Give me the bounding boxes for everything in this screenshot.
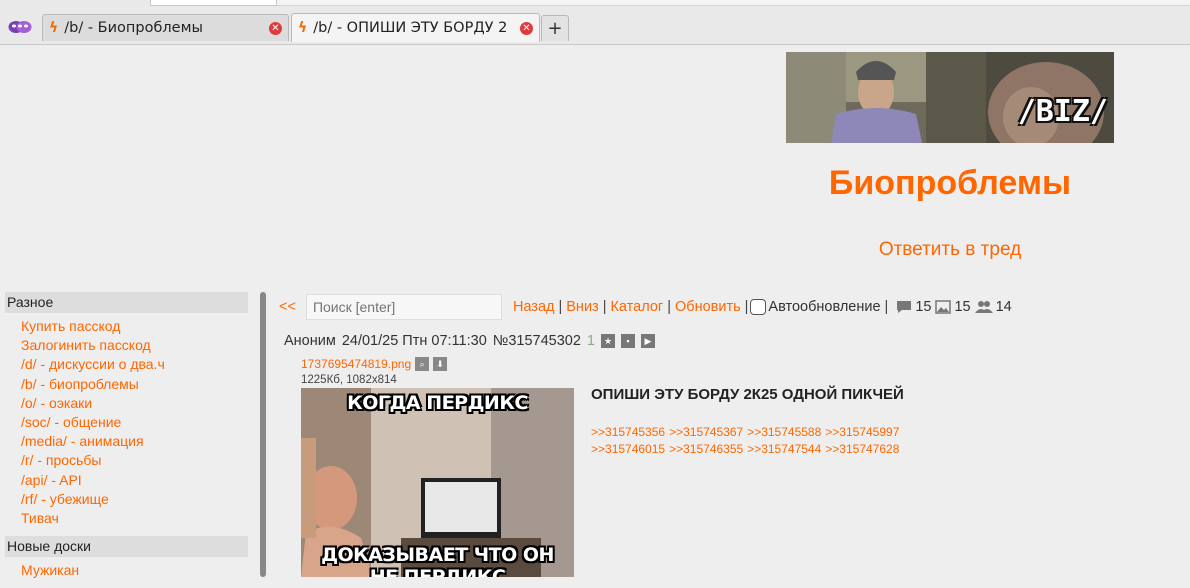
masks-icon[interactable] <box>8 17 32 37</box>
reply-link[interactable]: >>315746015 <box>591 442 665 456</box>
posters-count: 14 <box>995 299 1012 315</box>
sidebar-item-d[interactable]: /d/ - дискуссии о два.ч <box>21 355 250 374</box>
banner-label: /BIZ/ <box>1017 94 1108 129</box>
autoupdate-label: Автообновление <box>768 299 881 315</box>
reply-link[interactable]: >>315747628 <box>825 442 899 456</box>
nav-catalog-link[interactable]: Каталог <box>610 299 663 315</box>
back-arrows-link[interactable]: << <box>279 299 296 315</box>
tab-title: /b/ - Биопроблемы <box>64 20 203 36</box>
board-banner[interactable]: /BIZ/ <box>786 52 1114 143</box>
nav-down-link[interactable]: Вниз <box>566 299 598 315</box>
sidebar-item-login-passcode[interactable]: Залогинить пасскод <box>21 336 250 355</box>
reply-link[interactable]: >>315745367 <box>669 425 743 439</box>
close-tab-icon[interactable]: ✕ <box>269 21 282 35</box>
sidebar-item-o[interactable]: /o/ - оэкаки <box>21 394 250 413</box>
posters-stat: 14 <box>974 299 1012 315</box>
file-name[interactable]: 1737695474819.png <box>301 357 411 371</box>
reply-to-thread-link[interactable]: Ответить в тред <box>786 239 1114 261</box>
meme-bottom-text: ДОКАЗЫВАЕТ ЧТО ОН <box>321 544 554 566</box>
sidebar-item-r[interactable]: /r/ - просьбы <box>21 451 250 470</box>
sidebar: Разное Купить пасскод Залогинить пасскод… <box>0 292 250 588</box>
images-count: 15 <box>954 299 971 315</box>
toolbar-edge <box>277 0 1190 6</box>
file-link[interactable]: 1737695474819.png ⌕ ⬇ <box>301 357 448 371</box>
play-icon[interactable]: ▶ <box>640 334 655 348</box>
sidebar-list: Мужикан <box>0 561 250 580</box>
sidebar-item-tivach[interactable]: Тивач <box>21 509 250 528</box>
sidebar-item-muzhikan[interactable]: Мужикан <box>21 561 250 580</box>
tab-opishi-bordu[interactable]: ϟ /b/ - ОПИШИ ЭТУ БОРДУ 2 ✕ <box>291 13 540 42</box>
nav-back-link[interactable]: Назад <box>513 299 555 315</box>
sidebar-section-title: Разное <box>5 292 248 313</box>
tab-title: /b/ - ОПИШИ ЭТУ БОРДУ 2 <box>313 20 508 36</box>
images-stat: 15 <box>935 299 971 315</box>
thread-nav: << Назад | Вниз | Каталог | Обновить | А… <box>279 292 1012 322</box>
autoupdate-checkbox[interactable] <box>750 299 767 315</box>
reply-link[interactable]: >>315745588 <box>747 425 821 439</box>
replies-row: >>315746015 >>315746355 >>315747544 >>31574… <box>591 441 903 458</box>
reply-link[interactable]: >>315747544 <box>747 442 821 456</box>
close-tab-icon[interactable]: ✕ <box>520 21 533 35</box>
reply-link[interactable]: >>315745997 <box>825 425 899 439</box>
sidebar-item-rf[interactable]: /rf/ - убежище <box>21 490 250 509</box>
post-number[interactable]: №315745302 <box>493 333 581 349</box>
sidebar-item-media[interactable]: /media/ - анимация <box>21 432 250 451</box>
separator: | <box>667 299 671 315</box>
separator: | <box>558 299 563 315</box>
sidebar-item-buy-passcode[interactable]: Купить пасскод <box>21 317 250 336</box>
lightning-icon: ϟ <box>298 20 308 36</box>
new-tab-button[interactable]: + <box>541 15 569 41</box>
file-meta: 1225Кб, 1082x814 <box>301 374 397 386</box>
download-icon[interactable]: ⬇ <box>433 357 448 371</box>
sidebar-item-api[interactable]: /api/ - API <box>21 471 250 490</box>
reply-link[interactable]: >>315746355 <box>669 442 743 456</box>
separator: | <box>744 299 749 315</box>
sidebar-section-title: Новые доски <box>5 536 248 558</box>
lightning-icon: ϟ <box>49 20 59 36</box>
sidebar-scrollbar[interactable] <box>260 292 266 577</box>
posts-count: 15 <box>915 299 932 315</box>
posts-stat: 15 <box>896 299 931 315</box>
reply-link[interactable]: >>315745356 <box>591 425 665 439</box>
star-icon[interactable]: ★ <box>600 334 615 348</box>
post-header: Аноним 24/01/25 Птн 07:11:30 №315745302 … <box>284 333 661 349</box>
image-icon <box>935 300 952 314</box>
speech-bubble-icon <box>897 301 912 313</box>
post-author: Аноним <box>284 333 336 349</box>
tab-biproblemy[interactable]: ϟ /b/ - Биопроблемы ✕ <box>42 14 289 41</box>
search-image-icon[interactable]: ⌕ <box>415 357 430 371</box>
url-bar-edge <box>150 0 277 6</box>
separator: | <box>884 299 889 315</box>
meme-top-text: КОГДА ПЕРДИКС <box>347 392 528 414</box>
post-image[interactable]: КОГДА ПЕРДИКС ДОКАЗЫВАЕТ ЧТО ОН НЕ ПЕРДИ… <box>301 388 574 577</box>
separator: | <box>602 299 607 315</box>
users-icon <box>974 301 993 313</box>
replies-row: >>315745356 >>315745367 >>315745588 >>31574… <box>591 424 903 441</box>
meme-bottom-text-2: НЕ ПЕРДИКС <box>369 566 506 577</box>
post-date: 24/01/25 Птн 07:11:30 <box>341 333 487 349</box>
sidebar-item-b[interactable]: /b/ - биопроблемы <box>21 375 250 394</box>
nav-refresh-link[interactable]: Обновить <box>675 299 741 315</box>
board-title: Биопроблемы <box>828 164 1072 202</box>
browser-tab-bar: ϟ /b/ - Биопроблемы ✕ ϟ /b/ - ОПИШИ ЭТУ … <box>0 0 1190 45</box>
post-subject: ОПИШИ ЭТУ БОРДУ 2К25 ОДНОЙ ПИКЧЕЙ <box>591 386 904 403</box>
post-replies: >>315745356 >>315745367 >>315745588 >>31574… <box>591 424 903 458</box>
sidebar-item-soc[interactable]: /soc/ - общение <box>21 413 250 432</box>
post-index: 1 <box>586 333 595 349</box>
hide-post-icon[interactable]: ▪ <box>620 334 635 348</box>
search-input[interactable] <box>305 294 502 320</box>
sidebar-list: Купить пасскод Залогинить пасскод /d/ - … <box>0 317 250 528</box>
